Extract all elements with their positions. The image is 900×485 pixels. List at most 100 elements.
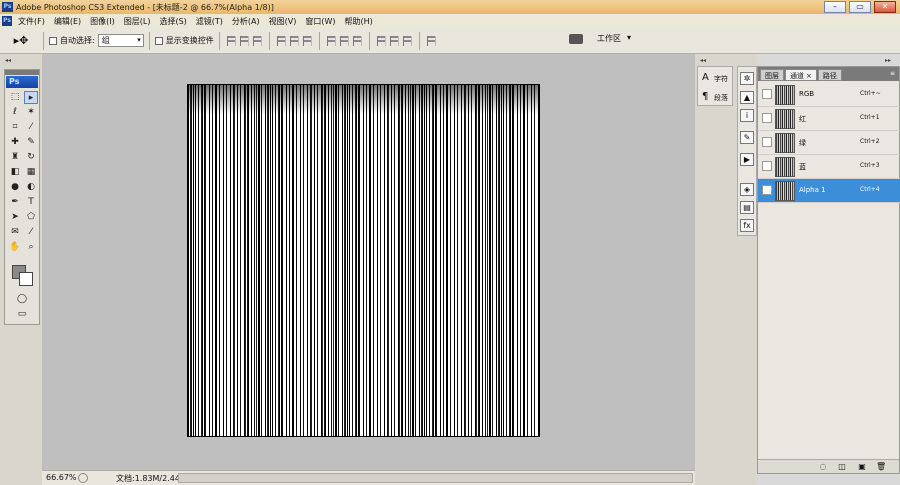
- align-bottom-icon[interactable]: [252, 35, 262, 46]
- menu-view[interactable]: 视图(V): [269, 16, 297, 27]
- visibility-eye-icon[interactable]: [762, 137, 772, 147]
- move-tool-icon[interactable]: ▸: [24, 91, 38, 104]
- menu-help[interactable]: 帮助(H): [345, 16, 373, 27]
- quick-mask-icon[interactable]: ◯: [15, 293, 29, 306]
- histogram-icon[interactable]: ▲: [740, 91, 754, 104]
- magic-wand-tool-icon[interactable]: ✶: [24, 106, 38, 119]
- history-icon[interactable]: ▤: [740, 201, 754, 214]
- ps-logo-icon: Ps: [2, 16, 12, 26]
- channel-row[interactable]: 红 Ctrl+1: [758, 107, 900, 131]
- close-icon[interactable]: ×: [806, 72, 812, 80]
- align-hcenter-icon[interactable]: [289, 35, 299, 46]
- menu-edit[interactable]: 编辑(E): [54, 16, 81, 27]
- tab-layers[interactable]: 图层: [760, 69, 784, 81]
- distribute-top-icon[interactable]: [326, 35, 336, 46]
- horizontal-scrollbar[interactable]: [178, 473, 693, 483]
- navigator-icon[interactable]: ✲: [740, 72, 754, 85]
- pen-tool-icon[interactable]: ✒: [8, 196, 22, 209]
- toolbox-grip[interactable]: [5, 70, 39, 75]
- collapse-arrows-icon[interactable]: ◂◂: [5, 57, 11, 64]
- menu-filter[interactable]: 滤镜(T): [196, 16, 223, 27]
- marquee-tool-icon[interactable]: ⬚: [8, 91, 22, 104]
- auto-select-dropdown[interactable]: 组 ▾: [97, 34, 144, 47]
- toolbox: Ps ⬚ ▸ ℓ ✶ ⌗ ⁄ ✚ ✎ ♜ ↻ ◧ ▦ ● ◐ ✒ T ➤ ⬠ ✉ ⁄ ✋ ⌕ ◯ ▭: [4, 69, 40, 325]
- align-right-icon[interactable]: [302, 35, 312, 46]
- collapse-arrows-icon[interactable]: ◂◂: [700, 57, 706, 64]
- minimize-icon[interactable]: –: [824, 1, 846, 13]
- align-left-icon[interactable]: [276, 35, 286, 46]
- crop-tool-icon[interactable]: ⌗: [8, 121, 22, 134]
- visibility-eye-icon[interactable]: [762, 161, 772, 171]
- channel-row[interactable]: 👁 Alpha 1 Ctrl+4: [758, 179, 900, 203]
- new-channel-icon[interactable]: ▣: [857, 462, 867, 471]
- channel-shortcut: Ctrl+2: [860, 138, 880, 145]
- status-indicator-icon[interactable]: [78, 473, 88, 483]
- load-selection-icon[interactable]: ◌: [818, 462, 828, 471]
- workspace-button[interactable]: 工作区: [597, 33, 621, 44]
- styles-icon[interactable]: ◈: [740, 183, 754, 196]
- swatches-icon[interactable]: ▶: [740, 153, 754, 166]
- visibility-eye-icon[interactable]: [762, 89, 772, 99]
- close-icon[interactable]: ✕: [874, 1, 896, 13]
- history-brush-tool-icon[interactable]: ↻: [24, 151, 38, 164]
- clone-stamp-tool-icon[interactable]: ♜: [8, 151, 22, 164]
- auto-select-checkbox[interactable]: [49, 36, 57, 45]
- zoom-tool-icon[interactable]: ⌕: [24, 241, 38, 254]
- visibility-eye-icon[interactable]: 👁: [762, 185, 772, 195]
- dodge-tool-icon[interactable]: ◐: [24, 181, 38, 194]
- notes-tool-icon[interactable]: ✉: [8, 226, 22, 239]
- type-tool-icon[interactable]: T: [24, 196, 38, 209]
- hand-tool-icon[interactable]: ✋: [8, 241, 22, 254]
- lasso-tool-icon[interactable]: ℓ: [8, 106, 22, 119]
- screen-mode-icon[interactable]: ▭: [15, 308, 29, 321]
- eyedropper-tool-icon[interactable]: ⁄: [24, 226, 38, 239]
- bridge-icon[interactable]: [569, 34, 583, 44]
- auto-align-icon[interactable]: [426, 35, 436, 46]
- save-selection-icon[interactable]: ◫: [837, 462, 847, 471]
- distribute-vcenter-icon[interactable]: [339, 35, 349, 46]
- channel-row[interactable]: RGB Ctrl+~: [758, 83, 900, 107]
- shape-tool-icon[interactable]: ⬠: [24, 211, 38, 224]
- show-transform-checkbox[interactable]: [154, 36, 163, 45]
- visibility-eye-icon[interactable]: [762, 113, 772, 123]
- menu-window[interactable]: 窗口(W): [305, 16, 335, 27]
- healing-brush-tool-icon[interactable]: ✚: [8, 136, 22, 149]
- path-selection-tool-icon[interactable]: ➤: [8, 211, 22, 224]
- info-icon[interactable]: i: [740, 109, 754, 122]
- gradient-tool-icon[interactable]: ▦: [24, 166, 38, 179]
- eraser-tool-icon[interactable]: ◧: [8, 166, 22, 179]
- channel-row[interactable]: 绿 Ctrl+2: [758, 131, 900, 155]
- channel-shortcut: Ctrl+3: [860, 162, 880, 169]
- menu-file[interactable]: 文件(F): [18, 16, 45, 27]
- channel-row[interactable]: 蓝 Ctrl+3: [758, 155, 900, 179]
- distribute-left-icon[interactable]: [376, 35, 386, 46]
- blur-tool-icon[interactable]: ●: [8, 181, 22, 194]
- character-icon[interactable]: A: [702, 72, 709, 83]
- background-color-swatch[interactable]: [19, 272, 33, 286]
- character-label[interactable]: 字符: [714, 74, 728, 84]
- distribute-hcenter-icon[interactable]: [389, 35, 399, 46]
- collapse-arrows-icon[interactable]: ▸▸: [885, 57, 891, 64]
- brush-tool-icon[interactable]: ✎: [24, 136, 38, 149]
- panel-menu-icon[interactable]: ≡: [890, 70, 895, 77]
- menu-analysis[interactable]: 分析(A): [232, 16, 260, 27]
- paragraph-label[interactable]: 段落: [714, 93, 728, 103]
- distribute-right-icon[interactable]: [402, 35, 412, 46]
- menu-layer[interactable]: 图层(L): [124, 16, 151, 27]
- actions-icon[interactable]: fx: [740, 219, 754, 232]
- tool-preset-picker[interactable]: ▸✥: [4, 32, 38, 50]
- slice-tool-icon[interactable]: ⁄: [24, 121, 38, 134]
- align-vcenter-icon[interactable]: [239, 35, 249, 46]
- distribute-bottom-icon[interactable]: [352, 35, 362, 46]
- align-top-icon[interactable]: [226, 35, 236, 46]
- delete-channel-icon[interactable]: 🗑: [876, 462, 886, 471]
- tab-paths[interactable]: 路径: [817, 69, 842, 81]
- color-icon[interactable]: ✎: [740, 131, 754, 144]
- zoom-level[interactable]: 66.67%: [46, 473, 77, 482]
- maximize-icon[interactable]: ▭: [849, 1, 871, 13]
- tab-channels[interactable]: 通道 ×: [785, 69, 817, 81]
- menu-select[interactable]: 选择(S): [159, 16, 186, 27]
- paragraph-icon[interactable]: ¶: [702, 91, 708, 102]
- document-canvas[interactable]: [187, 84, 540, 437]
- menu-image[interactable]: 图像(I): [90, 16, 115, 27]
